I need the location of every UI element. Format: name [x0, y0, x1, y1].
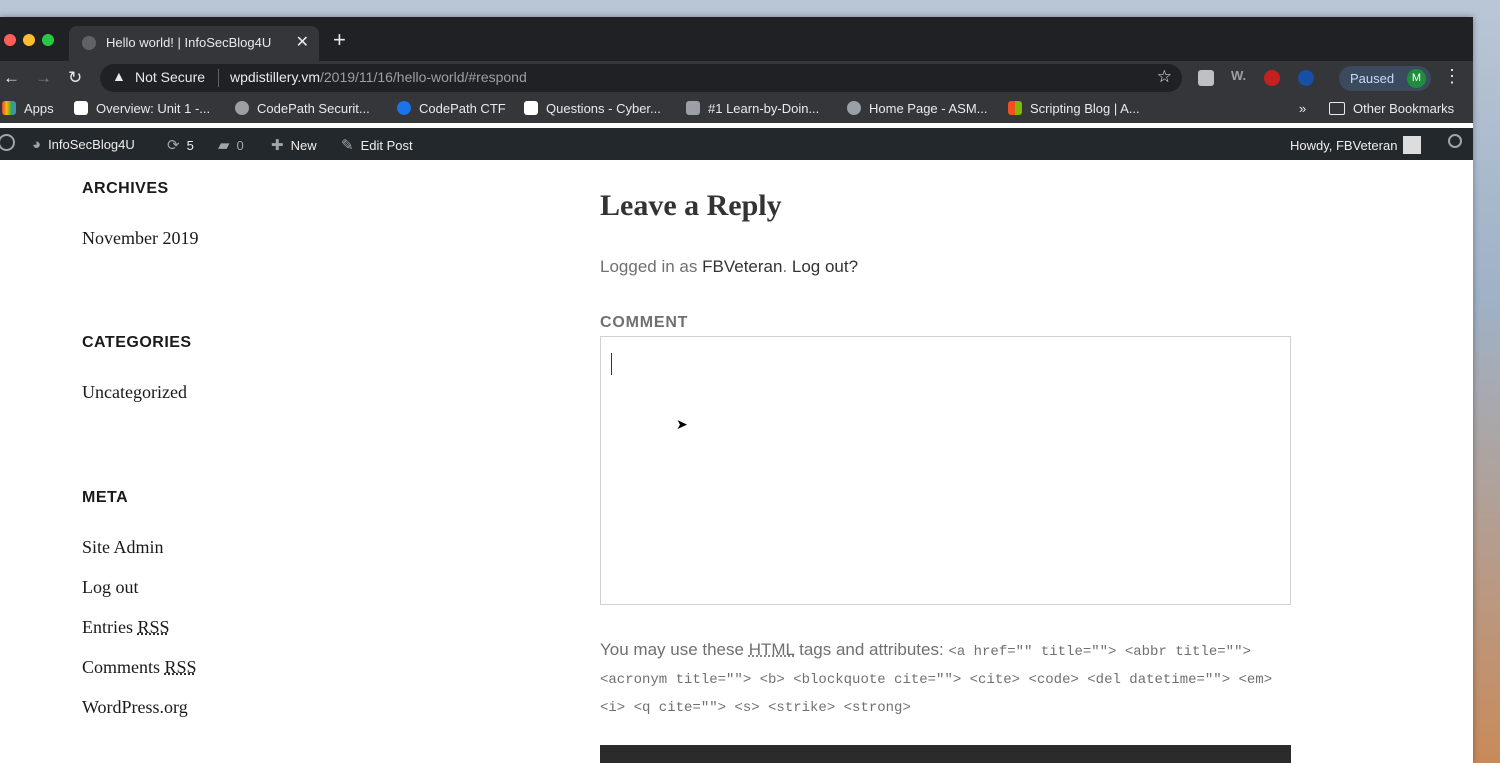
comments-rss-link[interactable]: Comments RSS	[82, 657, 197, 678]
bookmarks-bar: Apps Overview: Unit 1 -... CodePath Secu…	[0, 95, 1473, 123]
search-icon[interactable]	[1448, 134, 1462, 151]
bookmark-item[interactable]: CodePath Securit...	[235, 101, 370, 116]
address-bar[interactable]: ▲ Not Secure wpdistillery.vm/2019/11/16/…	[100, 64, 1182, 92]
logged-in-text: Logged in as FBVeteran. Log out?	[600, 257, 859, 276]
security-status[interactable]: Not Secure	[135, 69, 205, 85]
browser-toolbar: ← → ↻ ▲ Not Secure wpdistillery.vm/2019/…	[0, 61, 1473, 95]
updates-link[interactable]: ⟳ 5	[167, 136, 194, 154]
bookmark-item[interactable]: CodePath CTF	[397, 101, 506, 116]
extension-icon[interactable]	[1198, 70, 1214, 86]
edit-post-link[interactable]: ✎ Edit Post	[341, 136, 413, 154]
divider	[218, 69, 219, 87]
bookmark-item[interactable]: Questions - Cyber...	[524, 101, 661, 116]
codepath-icon	[524, 101, 538, 115]
globe-icon	[397, 101, 411, 115]
widget-title-meta: META	[82, 489, 129, 506]
graduation-cap-icon	[686, 101, 700, 115]
apps-grid-icon	[2, 101, 16, 115]
codepath-icon	[74, 101, 88, 115]
wordpress-logo-icon[interactable]	[0, 134, 15, 154]
wp-admin-bar: ◕ InfoSecBlog4U ⟳ 5 ▰ 0 ✚ New ✎ Edit Post How…	[0, 128, 1473, 160]
post-comment-button[interactable]	[600, 745, 1291, 763]
comment-bubble-icon: ▰	[218, 137, 230, 154]
globe-icon	[235, 101, 249, 115]
bookmark-item[interactable]: Home Page - ASM...	[847, 101, 988, 116]
avatar	[1403, 136, 1422, 154]
globe-icon	[82, 36, 96, 50]
mouse-pointer-icon: ➤	[676, 416, 688, 432]
menu-kebab-icon[interactable]: ⋮	[1443, 66, 1461, 87]
new-tab-button[interactable]: +	[333, 29, 346, 51]
widget-title-archives: ARCHIVES	[82, 180, 169, 197]
wordpress-org-link[interactable]: WordPress.org	[82, 697, 188, 718]
logout-link[interactable]: Log out	[82, 577, 139, 598]
new-content-link[interactable]: ✚ New	[271, 136, 317, 154]
entries-rss-link[interactable]: Entries RSS	[82, 617, 170, 638]
logout-link-reply[interactable]: Log out?	[792, 257, 858, 276]
url-path: /2019/11/16/hello-world/#respond	[319, 69, 527, 85]
profile-link[interactable]: FBVeteran	[702, 257, 782, 276]
reply-heading: Leave a Reply	[600, 189, 782, 222]
comment-label: COMMENT	[600, 314, 689, 331]
archive-link[interactable]: November 2019	[82, 228, 198, 249]
folder-icon	[1329, 102, 1345, 115]
allowed-tags-note: You may use these HTML tags and attribut…	[600, 640, 1273, 716]
comment-textarea[interactable]	[600, 336, 1291, 605]
pencil-icon: ✎	[341, 137, 354, 154]
category-link[interactable]: Uncategorized	[82, 382, 187, 403]
text-caret	[611, 353, 612, 375]
bookmark-apps[interactable]: Apps	[2, 101, 54, 116]
profile-button[interactable]: Paused M	[1339, 66, 1431, 91]
url-text[interactable]: wpdistillery.vm/2019/11/16/hello-world/#…	[230, 69, 527, 85]
wappalyzer-icon[interactable]: W.	[1231, 68, 1247, 84]
back-arrow-icon[interactable]: ←	[3, 68, 20, 88]
reload-icon[interactable]: ↻	[68, 68, 82, 88]
tab-active[interactable]: Hello world! | InfoSecBlog4U ✕	[69, 26, 319, 61]
microsoft-icon	[1008, 101, 1022, 115]
page-content: ARCHIVES November 2019 CATEGORIES Uncate…	[0, 160, 1473, 763]
my-account-link[interactable]: Howdy, FBVeteran	[1290, 136, 1422, 154]
site-name-link[interactable]: ◕ InfoSecBlog4U	[32, 136, 135, 153]
bookmark-item[interactable]: #1 Learn-by-Doin...	[686, 101, 819, 116]
close-window-button[interactable]	[4, 34, 16, 46]
dashboard-icon: ◕	[32, 136, 42, 153]
plus-icon: ✚	[271, 137, 284, 154]
site-admin-link[interactable]: Site Admin	[82, 537, 164, 558]
warning-icon: ▲	[112, 68, 126, 84]
other-bookmarks[interactable]: Other Bookmarks	[1329, 101, 1454, 116]
close-tab-icon[interactable]: ✕	[296, 32, 309, 52]
browser-window: Hello world! | InfoSecBlog4U ✕ + ← → ↻ ▲…	[0, 17, 1473, 763]
bookmark-item[interactable]: Overview: Unit 1 -...	[74, 101, 210, 116]
bookmark-item[interactable]: Scripting Blog | A...	[1008, 101, 1140, 116]
updates-icon: ⟳	[167, 137, 180, 154]
widget-title-categories: CATEGORIES	[82, 334, 192, 351]
extension-red-icon[interactable]	[1264, 70, 1280, 86]
bookmarks-overflow-button[interactable]: »	[1299, 101, 1306, 116]
tab-title: Hello world! | InfoSecBlog4U	[106, 35, 272, 50]
avatar: M	[1407, 69, 1426, 88]
comments-link[interactable]: ▰ 0	[218, 136, 244, 154]
tab-strip: Hello world! | InfoSecBlog4U ✕ +	[0, 17, 1473, 61]
url-host: wpdistillery.vm	[230, 69, 320, 85]
maximize-window-button[interactable]	[42, 34, 54, 46]
bookmark-star-icon[interactable]: ☆	[1157, 67, 1172, 87]
extension-blue-icon[interactable]	[1298, 70, 1314, 86]
forward-arrow-icon[interactable]: →	[35, 68, 52, 88]
globe-icon	[847, 101, 861, 115]
profile-status: Paused	[1350, 71, 1395, 86]
minimize-window-button[interactable]	[23, 34, 35, 46]
